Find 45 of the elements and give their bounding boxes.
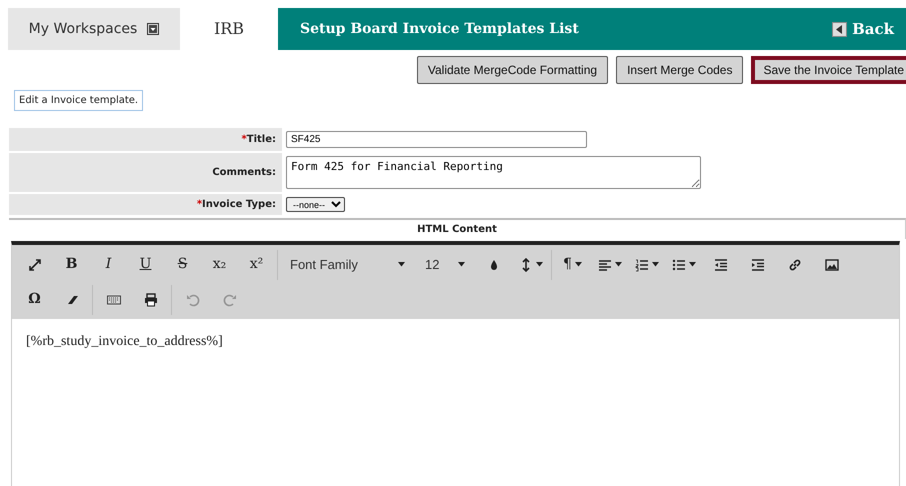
field-label: *Invoice Type: bbox=[9, 194, 282, 215]
caret-icon bbox=[614, 262, 622, 267]
redo-icon bbox=[222, 292, 236, 306]
format-button[interactable]: x₂ bbox=[201, 250, 238, 280]
format-button[interactable]: B bbox=[53, 250, 90, 280]
comments-field[interactable]: Form 425 for Financial Reporting bbox=[286, 156, 701, 189]
bullet-list-icon bbox=[672, 258, 686, 272]
fullscreen-icon bbox=[28, 258, 42, 272]
toolbar-dropdown[interactable]: Font Family bbox=[280, 250, 415, 280]
caret-icon bbox=[574, 262, 582, 267]
caret-icon bbox=[652, 262, 658, 267]
caret-icon bbox=[536, 262, 542, 267]
title-field[interactable]: SF425 bbox=[286, 131, 587, 148]
action-button[interactable]: Save the Invoice Template bbox=[751, 56, 906, 84]
caret-icon bbox=[398, 262, 405, 267]
action-button[interactable]: Insert Merge Codes bbox=[616, 56, 744, 84]
caret-icon bbox=[688, 262, 696, 267]
hint-text: Edit a Invoice template. bbox=[14, 90, 144, 111]
undo-icon bbox=[186, 292, 200, 306]
indent-icon bbox=[750, 258, 764, 272]
format-button[interactable]: U bbox=[127, 250, 164, 280]
rich-text-editor[interactable]: B I U S x₂ x² Font Family 12 ¶ Ω [%rb_study_invoice_to_address%] bbox=[11, 241, 900, 486]
toolbar-dropdown[interactable]: 12 bbox=[415, 250, 475, 280]
image-icon bbox=[824, 258, 838, 272]
action-button[interactable]: Validate MergeCode Formatting bbox=[416, 56, 608, 84]
page-title: Setup Board Invoice Templates List bbox=[300, 20, 579, 38]
workspace-tab[interactable]: My Workspaces bbox=[8, 8, 180, 50]
format-button[interactable]: x² bbox=[238, 250, 275, 280]
format-button[interactable]: ¶ bbox=[554, 250, 591, 280]
format-button[interactable]: I bbox=[90, 250, 127, 280]
field-label: Comments: bbox=[9, 153, 282, 192]
section-title: HTML Content bbox=[9, 218, 906, 239]
editor-content[interactable]: [%rb_study_invoice_to_address%] bbox=[12, 319, 899, 364]
field-label: *Title: bbox=[9, 128, 282, 151]
align-left-icon bbox=[598, 258, 612, 272]
outdent-icon bbox=[714, 258, 728, 272]
numbered-list-icon bbox=[634, 258, 648, 272]
print-icon bbox=[144, 292, 158, 306]
format-button[interactable]: S bbox=[164, 250, 201, 280]
invoice-type-select[interactable]: --none-- bbox=[286, 197, 345, 212]
caret-icon bbox=[458, 262, 465, 267]
back-link[interactable]: Back bbox=[832, 18, 894, 40]
link-icon bbox=[788, 258, 802, 272]
keyboard-icon bbox=[106, 292, 120, 306]
format-button[interactable]: Ω bbox=[16, 284, 53, 314]
